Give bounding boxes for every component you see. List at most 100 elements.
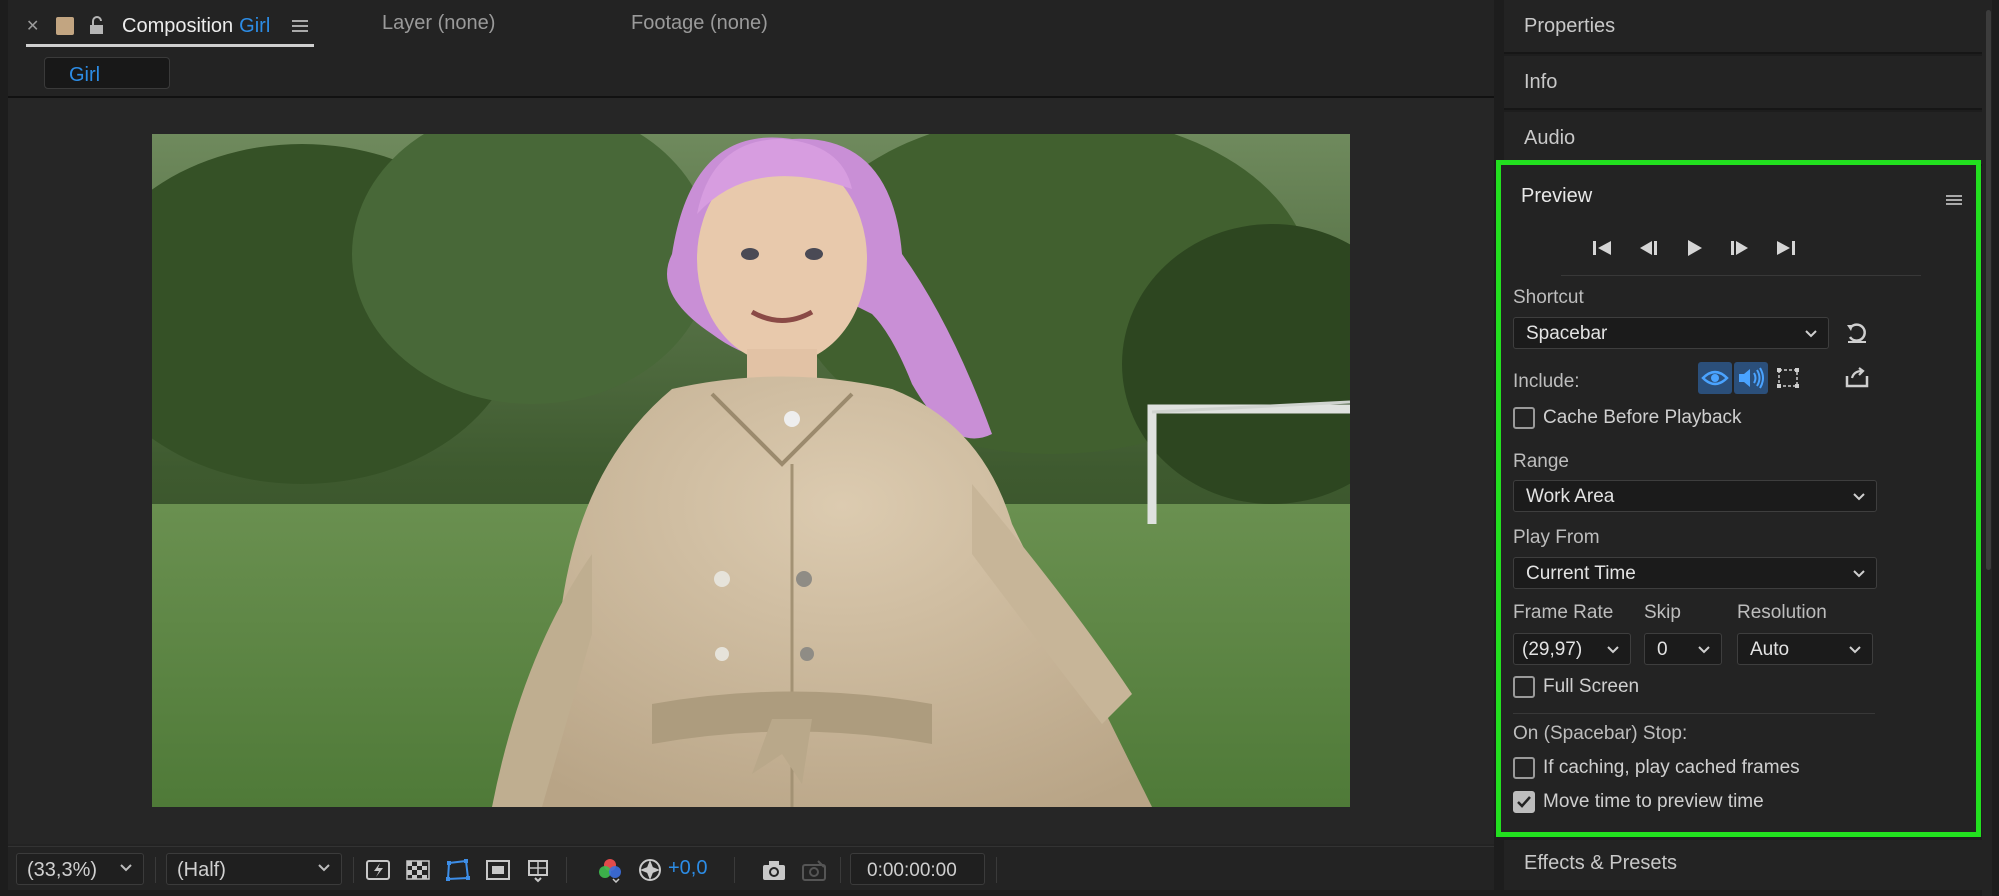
video-frame-illustration	[152, 134, 1350, 807]
frame-rate-dropdown[interactable]: (29,97)	[1513, 633, 1631, 665]
include-overlays-toggle[interactable]	[1771, 362, 1805, 394]
skip-label: Skip	[1644, 602, 1681, 623]
include-label: Include:	[1513, 371, 1580, 392]
first-frame-icon[interactable]	[1589, 237, 1615, 259]
chevron-down-icon	[120, 864, 132, 872]
panel-scrollbar-thumb[interactable]	[1986, 10, 1991, 570]
divider	[1513, 713, 1875, 714]
chevron-down-icon	[1853, 570, 1865, 578]
on-stop-label: On (Spacebar) Stop:	[1513, 723, 1688, 744]
checkbox-box[interactable]	[1513, 676, 1535, 698]
region-of-interest-icon[interactable]	[484, 857, 512, 883]
full-screen-label: Full Screen	[1543, 676, 1640, 697]
panel-properties[interactable]: Properties	[1504, 0, 1984, 54]
exposure-value[interactable]: +0,0	[668, 857, 707, 880]
panel-info-label: Info	[1524, 71, 1558, 93]
video-frame-image	[152, 134, 1350, 807]
reset-icon	[1847, 323, 1866, 343]
panel-menu-icon[interactable]	[292, 17, 309, 35]
checkbox-box[interactable]	[1513, 407, 1535, 429]
panel-effects-presets[interactable]: Effects & Presets	[1504, 840, 1984, 890]
resolution-label: Resolution	[1737, 602, 1827, 623]
comp-viewer[interactable]	[8, 98, 1494, 844]
reset-shortcut-button[interactable]	[1842, 318, 1872, 348]
show-snapshot-icon[interactable]	[800, 857, 828, 883]
active-tab-underline	[26, 44, 314, 47]
magnification-value: (33,3%)	[27, 859, 98, 881]
skip-value: 0	[1657, 639, 1668, 660]
transparency-grid-icon[interactable]	[404, 857, 432, 883]
resolution-value: (Half)	[177, 859, 226, 881]
include-audio-toggle[interactable]	[1734, 362, 1768, 394]
tab-composition[interactable]: ✕ Composition Girl	[26, 11, 314, 47]
full-screen-checkbox[interactable]: Full Screen	[1513, 676, 1639, 698]
close-icon[interactable]: ✕	[26, 16, 42, 36]
preview-panel: Preview Shortcut Spacebar Include: Cache…	[1496, 160, 1981, 837]
range-dropdown[interactable]: Work Area	[1513, 480, 1877, 512]
panel-audio[interactable]: Audio	[1504, 112, 1984, 166]
channels-rgb-icon[interactable]	[596, 857, 624, 883]
divider	[996, 857, 997, 883]
preview-resolution-dropdown[interactable]: Auto	[1737, 633, 1873, 665]
composition-panel: ✕ Composition Girl Layer (none) Footage (…	[8, 0, 1494, 890]
shortcut-dropdown[interactable]: Spacebar	[1513, 317, 1829, 349]
checkbox-box-checked[interactable]	[1513, 791, 1535, 813]
magnification-dropdown[interactable]: (33,3%)	[16, 853, 144, 885]
chevron-down-icon	[1849, 646, 1861, 654]
play-from-dropdown[interactable]: Current Time	[1513, 557, 1877, 589]
comp-tab-bar: ✕ Composition Girl Layer (none) Footage (…	[8, 0, 1494, 52]
reset-exposure-icon[interactable]	[636, 857, 664, 883]
chevron-down-icon	[1805, 330, 1817, 338]
panel-effects-presets-label: Effects & Presets	[1524, 852, 1678, 874]
play-from-value: Current Time	[1526, 563, 1636, 584]
checkbox-box[interactable]	[1513, 757, 1535, 779]
unlock-icon[interactable]	[88, 16, 106, 36]
checkmark-icon	[1517, 796, 1531, 808]
shortcut-label: Shortcut	[1513, 287, 1584, 308]
panel-info[interactable]: Info	[1504, 56, 1984, 110]
if-caching-checkbox[interactable]: If caching, play cached frames	[1513, 757, 1800, 779]
snapshot-camera-icon[interactable]	[760, 857, 788, 883]
move-time-checkbox[interactable]: Move time to preview time	[1513, 791, 1764, 813]
overlays-bounding-box-icon	[1777, 368, 1799, 388]
chevron-down-icon	[318, 864, 330, 872]
eye-icon	[1701, 370, 1729, 386]
range-label: Range	[1513, 451, 1569, 472]
move-time-label: Move time to preview time	[1543, 791, 1764, 812]
divider	[840, 857, 841, 883]
previous-frame-icon[interactable]	[1635, 237, 1661, 259]
panel-menu-icon[interactable]	[1946, 193, 1962, 207]
divider	[155, 857, 156, 883]
mask-path-visibility-icon[interactable]	[444, 857, 472, 883]
cache-before-playback-checkbox[interactable]: Cache Before Playback	[1513, 407, 1742, 429]
external-preview-button[interactable]	[1842, 363, 1872, 393]
next-frame-icon[interactable]	[1727, 237, 1753, 259]
comp-color-swatch	[56, 17, 74, 35]
playback-controls	[1589, 237, 1799, 259]
resolution-dropdown[interactable]: (Half)	[166, 853, 342, 885]
panel-properties-label: Properties	[1524, 15, 1616, 37]
fast-previews-icon[interactable]	[364, 857, 392, 883]
comp-bottom-toolbar: (33,3%) (Half) +0,0 0:00:00:00	[8, 846, 1494, 890]
divider	[566, 857, 567, 883]
skip-dropdown[interactable]: 0	[1644, 633, 1722, 665]
play-icon[interactable]	[1681, 237, 1707, 259]
comp-breadcrumb-girl[interactable]: Girl	[44, 57, 170, 89]
chevron-down-icon	[1853, 493, 1865, 501]
current-time-display[interactable]: 0:00:00:00	[850, 853, 985, 885]
comp-name: Girl	[239, 14, 271, 37]
divider	[1561, 275, 1921, 276]
include-video-toggle[interactable]	[1698, 362, 1732, 394]
play-from-label: Play From	[1513, 527, 1600, 548]
tab-layer[interactable]: Layer (none)	[382, 12, 495, 35]
range-value: Work Area	[1526, 486, 1615, 507]
tab-footage[interactable]: Footage (none)	[631, 12, 768, 35]
export-icon	[1845, 367, 1869, 388]
grid-guides-icon[interactable]	[524, 857, 552, 883]
last-frame-icon[interactable]	[1773, 237, 1799, 259]
preview-title: Preview	[1521, 185, 1593, 207]
divider	[353, 857, 354, 883]
preview-resolution-value: Auto	[1750, 639, 1790, 660]
cache-before-playback-label: Cache Before Playback	[1543, 407, 1742, 428]
if-caching-label: If caching, play cached frames	[1543, 757, 1800, 778]
